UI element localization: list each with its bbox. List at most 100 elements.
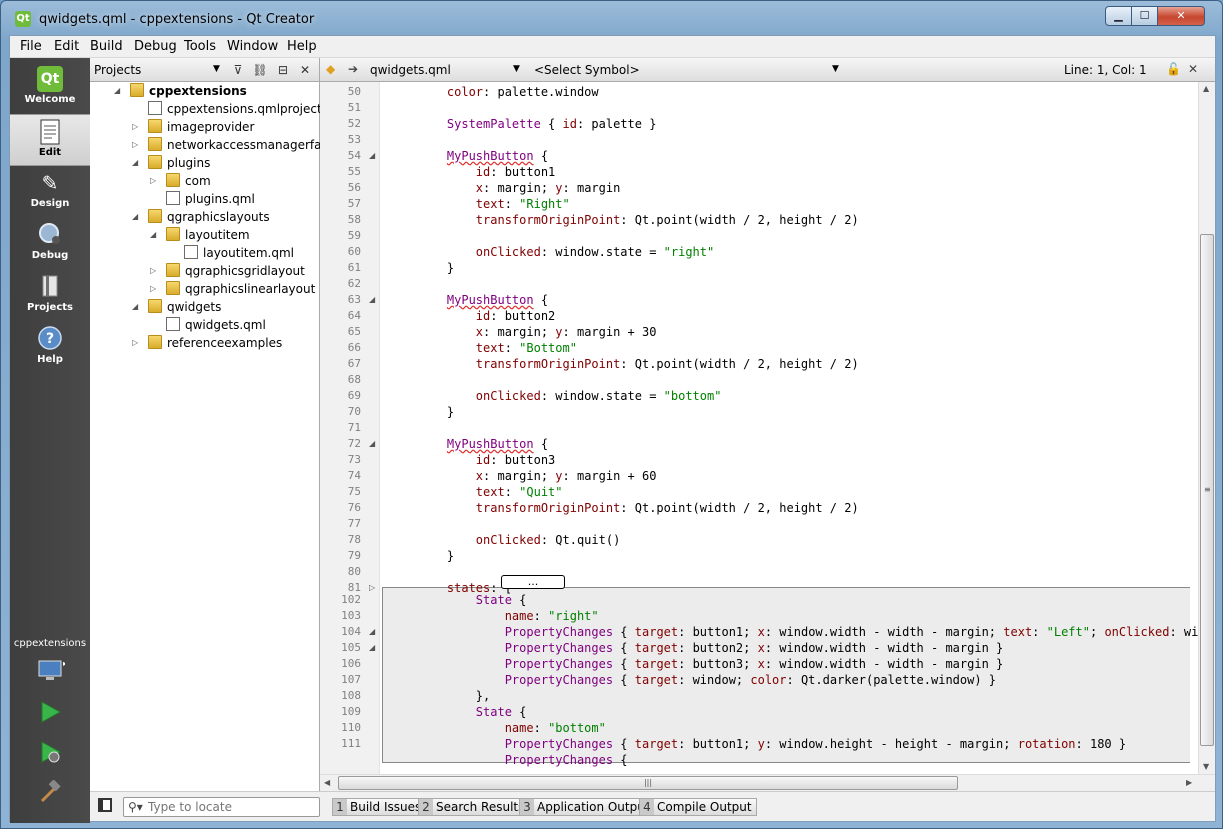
mode-design[interactable]: ✎ Design — [10, 166, 90, 218]
collapsed-arrow-icon[interactable]: ▷ — [150, 280, 160, 298]
build-button[interactable] — [10, 778, 90, 814]
code-line[interactable]: id: button3 — [418, 452, 555, 468]
code-line[interactable]: MyPushButton { — [418, 148, 548, 164]
horizontal-scrollbar[interactable]: ◀ ||| ▶ — [320, 774, 1215, 791]
code-line[interactable]: text: "Right" — [418, 196, 570, 212]
menu-window[interactable]: Window — [227, 39, 278, 54]
tab-search-results[interactable]: 2 Search Results — [418, 798, 530, 816]
chevron-down-icon[interactable]: ▼ — [832, 64, 839, 74]
code-line[interactable]: } — [418, 548, 454, 564]
vertical-scrollbar[interactable]: ▲ ≡ ▼ — [1198, 82, 1215, 775]
close-pane-icon[interactable]: ✕ — [296, 61, 314, 79]
scroll-down-icon[interactable]: ▼ — [1203, 762, 1209, 771]
filter-icon[interactable]: ⊽ — [229, 61, 247, 79]
close-window-button[interactable]: ✕ — [1157, 6, 1205, 26]
mode-projects[interactable]: Projects — [10, 270, 90, 322]
tab-compile-output[interactable]: 4 Compile Output — [639, 798, 757, 816]
collapsed-arrow-icon[interactable]: ▷ — [132, 334, 142, 352]
code-line[interactable]: id: button2 — [418, 308, 555, 324]
open-file-selector[interactable]: qwidgets.qml — [370, 63, 451, 77]
code-line[interactable]: transformOriginPoint: Qt.point(width / 2… — [418, 356, 859, 372]
code-line[interactable]: x: margin; y: margin + 30 — [418, 324, 657, 340]
code-line[interactable]: onClicked: window.state = "bottom" — [418, 388, 722, 404]
fold-marker-icon[interactable]: ◢ — [369, 436, 375, 452]
menu-tools[interactable]: Tools — [184, 39, 216, 54]
collapsed-arrow-icon[interactable]: ▷ — [132, 118, 142, 136]
run-button[interactable] — [10, 698, 90, 734]
code-line[interactable]: name: "right" — [418, 608, 599, 624]
fold-marker-icon[interactable]: ◢ — [369, 640, 375, 656]
debug-run-button[interactable] — [10, 738, 90, 774]
projects-view-selector[interactable]: Projects — [94, 63, 141, 77]
code-line[interactable]: transformOriginPoint: Qt.point(width / 2… — [418, 212, 859, 228]
collapsed-arrow-icon[interactable]: ▷ — [150, 262, 160, 280]
split-icon[interactable]: ⊟ — [274, 61, 292, 79]
maximize-button[interactable]: ☐ — [1131, 6, 1158, 26]
code-line[interactable]: PropertyChanges { target: button1; x: wi… — [418, 624, 1215, 640]
code-line[interactable]: name: "bottom" — [418, 720, 606, 736]
menu-help[interactable]: Help — [287, 39, 317, 54]
expanded-arrow-icon[interactable]: ◢ — [132, 298, 142, 316]
menu-file[interactable]: File — [20, 39, 42, 54]
code-line[interactable]: MyPushButton { — [418, 292, 548, 308]
code-line[interactable]: text: "Bottom" — [418, 340, 577, 356]
collapsed-block-marker[interactable]: ... — [501, 575, 565, 589]
toggle-sidebar-button[interactable] — [98, 798, 112, 812]
collapsed-arrow-icon[interactable]: ▷ — [150, 172, 160, 190]
code-line[interactable]: PropertyChanges { target: button1; y: wi… — [418, 736, 1126, 752]
code-line[interactable]: onClicked: Qt.quit() — [418, 532, 621, 548]
code-line[interactable]: PropertyChanges { target: window; color:… — [418, 672, 996, 688]
code-line[interactable]: }, — [418, 688, 490, 704]
close-document-icon[interactable]: ✕ — [1188, 62, 1198, 76]
vertical-scroll-thumb[interactable]: ≡ — [1200, 234, 1214, 746]
code-line[interactable]: id: button1 — [418, 164, 555, 180]
fold-marker-icon[interactable]: ◢ — [369, 624, 375, 640]
kit-selector-label[interactable]: cppextensions — [10, 638, 90, 649]
link-icon[interactable]: ⛓ — [251, 61, 269, 79]
code-line[interactable]: onClicked: window.state = "right" — [418, 244, 714, 260]
menu-build[interactable]: Build — [90, 39, 123, 54]
mode-debug[interactable]: Debug — [10, 218, 90, 270]
collapsed-arrow-icon[interactable]: ▷ — [132, 136, 142, 154]
code-editor[interactable]: 50 color: palette.window 51 52 SystemPalet… — [320, 82, 1215, 791]
fold-marker-icon[interactable]: ◢ — [369, 148, 375, 164]
chevron-down-icon[interactable]: ▼ — [213, 64, 220, 74]
menu-edit[interactable]: Edit — [54, 39, 79, 54]
mode-welcome[interactable]: Qt Welcome — [10, 62, 90, 114]
expanded-arrow-icon[interactable]: ◢ — [150, 226, 160, 244]
fold-marker-icon[interactable]: ◢ — [369, 292, 375, 308]
minimize-button[interactable]: ▁ — [1105, 6, 1132, 26]
code-line[interactable]: State { — [418, 704, 527, 720]
code-line[interactable]: color: palette.window — [418, 84, 599, 100]
code-line[interactable]: x: margin; y: margin — [418, 180, 621, 196]
tab-build-issues[interactable]: 1 Build Issues — [332, 798, 427, 816]
scroll-right-icon[interactable]: ▶ — [1186, 778, 1192, 787]
code-line[interactable]: transformOriginPoint: Qt.point(width / 2… — [418, 500, 859, 516]
mode-edit[interactable]: Edit — [10, 114, 90, 166]
scroll-up-icon[interactable]: ▲ — [1203, 84, 1209, 93]
code-line[interactable]: MyPushButton { — [418, 436, 548, 452]
horizontal-scroll-thumb[interactable]: ||| — [338, 776, 958, 790]
kit-selector-button[interactable]: ▸ — [10, 658, 90, 694]
chevron-down-icon[interactable]: ▼ — [513, 64, 520, 74]
code-line[interactable]: PropertyChanges { — [418, 752, 628, 768]
symbol-selector[interactable]: <Select Symbol> — [534, 63, 640, 77]
back-arrow-icon[interactable]: ◆ — [326, 62, 335, 76]
lock-icon[interactable]: 🔓 — [1166, 62, 1181, 76]
forward-arrow-icon[interactable]: ➔ — [348, 62, 358, 76]
menu-debug[interactable]: Debug — [134, 39, 177, 54]
code-line[interactable]: } — [418, 404, 454, 420]
code-line[interactable]: State { — [418, 592, 527, 608]
title-bar[interactable]: Qt qwidgets.qml - cppextensions - Qt Cre… — [1, 1, 1222, 35]
locator-input[interactable] — [148, 800, 313, 814]
mode-help[interactable]: ? Help — [10, 322, 90, 374]
fold-marker-icon[interactable]: ▷ — [369, 580, 375, 596]
code-line[interactable]: SystemPalette { id: palette } — [418, 116, 657, 132]
expanded-arrow-icon[interactable]: ◢ — [132, 208, 142, 226]
code-line[interactable]: PropertyChanges { target: button3; x: wi… — [418, 656, 1004, 672]
locator[interactable]: ⚲▾ — [123, 797, 320, 817]
code-line[interactable]: text: "Quit" — [418, 484, 563, 500]
expanded-arrow-icon[interactable]: ◢ — [132, 154, 142, 172]
code-line[interactable]: x: margin; y: margin + 60 — [418, 468, 657, 484]
code-line[interactable]: } — [418, 260, 454, 276]
